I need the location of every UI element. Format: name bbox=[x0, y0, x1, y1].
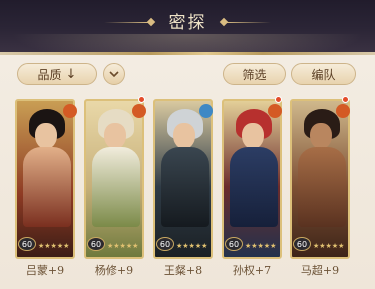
hero-name: 杨修+9 bbox=[94, 264, 134, 277]
fire-element-icon bbox=[336, 104, 350, 118]
fire-element-icon bbox=[132, 104, 146, 118]
level-badge: 60 bbox=[18, 237, 36, 251]
hero-name: 孙权+7 bbox=[232, 264, 272, 277]
portrait-face bbox=[310, 123, 332, 149]
hero-card[interactable]: 60 ★★★★★ bbox=[222, 99, 282, 259]
level-badge: 60 bbox=[156, 237, 174, 251]
filter-button[interactable]: 筛选 bbox=[223, 63, 286, 85]
hero-card[interactable]: 60 ★★★★★ bbox=[15, 99, 75, 259]
hero-card[interactable]: 60 ★★★★★ bbox=[84, 99, 144, 259]
notification-dot bbox=[138, 96, 145, 103]
level-badge: 60 bbox=[225, 237, 243, 251]
star-rating: ★★★★★ bbox=[176, 242, 208, 250]
portrait-body bbox=[92, 147, 140, 227]
team-label: 编队 bbox=[311, 67, 336, 82]
portrait-body bbox=[23, 147, 71, 227]
team-button[interactable]: 编队 bbox=[291, 63, 356, 85]
hero-name: 王粲+8 bbox=[163, 264, 203, 277]
portrait-body bbox=[161, 147, 209, 227]
star-rating: ★★★★★ bbox=[107, 242, 139, 250]
star-rating: ★★★★★ bbox=[245, 242, 277, 250]
level-badge: 60 bbox=[87, 237, 105, 251]
filter-label: 筛选 bbox=[242, 67, 267, 82]
hero-card[interactable]: 60 ★★★★★ bbox=[153, 99, 213, 259]
quality-label: 品质 bbox=[37, 67, 62, 82]
fire-element-icon bbox=[268, 104, 282, 118]
hero-name: 马超+9 bbox=[300, 264, 340, 277]
hero-name: 吕蒙+9 bbox=[25, 264, 65, 277]
portrait-body bbox=[230, 147, 278, 227]
fire-element-icon bbox=[63, 104, 77, 118]
star-rating: ★★★★★ bbox=[313, 242, 345, 250]
portrait-face bbox=[173, 123, 195, 149]
portrait-face bbox=[104, 123, 126, 149]
level-badge: 60 bbox=[293, 237, 311, 251]
page-title: 密探 bbox=[168, 13, 207, 33]
down-arrow-icon: ↓ bbox=[65, 66, 77, 82]
sort-dropdown-button[interactable] bbox=[103, 63, 125, 85]
notification-dot bbox=[275, 96, 282, 103]
star-rating: ★★★★★ bbox=[38, 242, 70, 250]
title-wrap: 密探 bbox=[0, 8, 375, 33]
portrait-face bbox=[35, 123, 57, 149]
water-element-icon bbox=[199, 104, 213, 118]
header-bar: 密探 bbox=[0, 0, 375, 52]
chevron-down-icon bbox=[109, 71, 119, 78]
portrait-body bbox=[298, 147, 346, 227]
hero-card[interactable]: 60 ★★★★★ bbox=[290, 99, 350, 259]
portrait-face bbox=[242, 123, 264, 149]
notification-dot bbox=[342, 96, 349, 103]
quality-sort-button[interactable]: 品质 ↓ bbox=[17, 63, 97, 85]
